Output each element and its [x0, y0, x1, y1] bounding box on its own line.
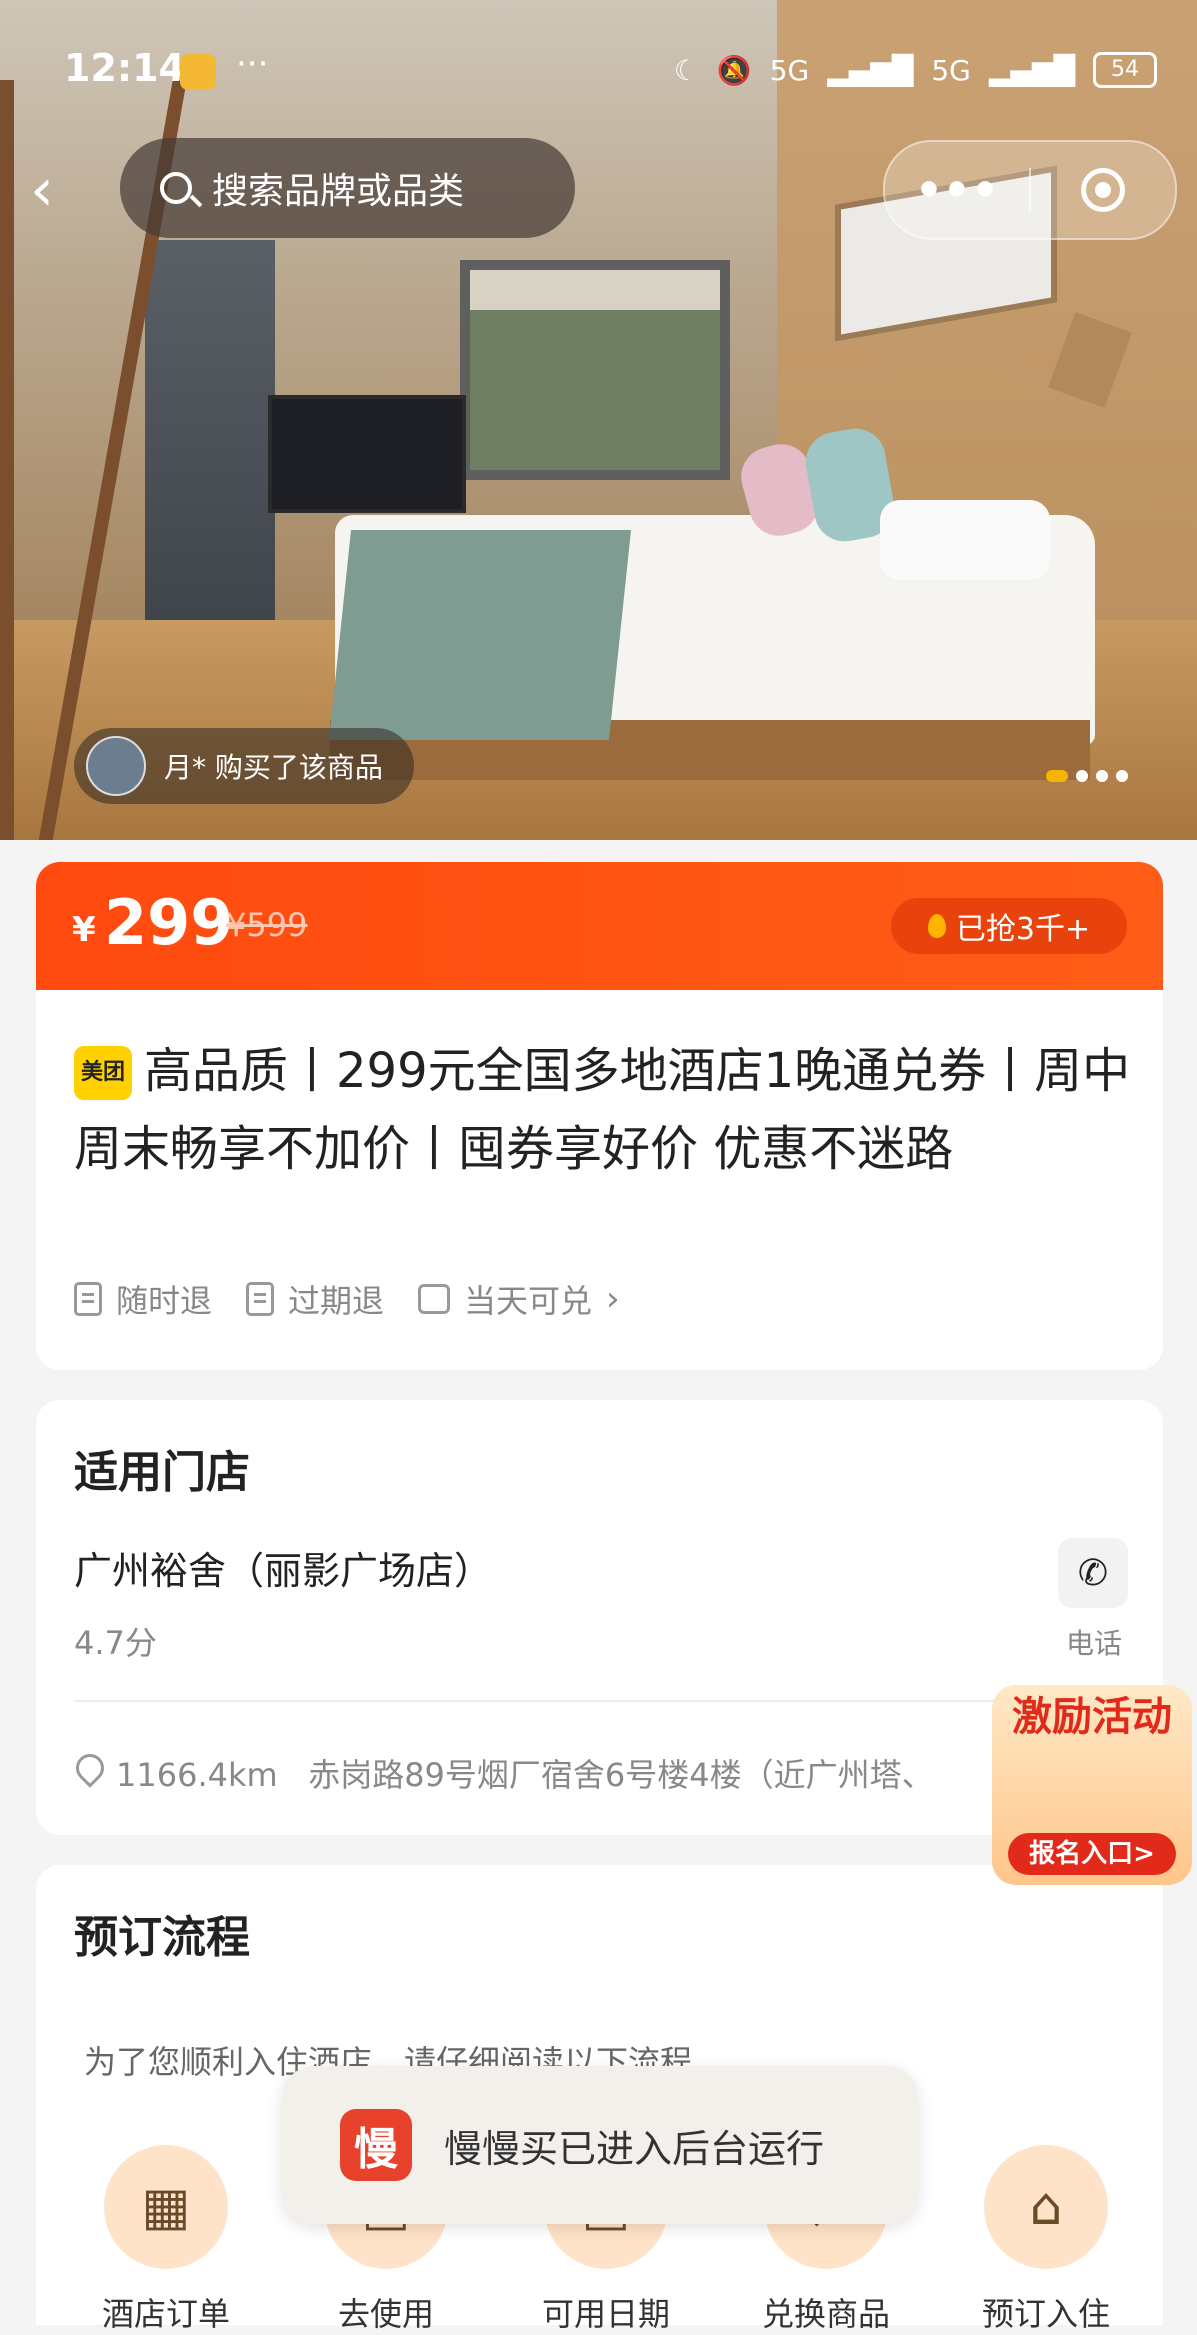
tag-label: 过期退	[288, 1282, 385, 1320]
store-address-text: 赤岗路89号烟厂宿舍6号楼4楼（近广州塔、	[308, 1756, 934, 1794]
doc-icon	[74, 1282, 102, 1316]
hero-window	[460, 260, 730, 480]
toast-text: 慢慢买已进入后台运行	[444, 2126, 825, 2171]
signal-icon: ▂▄▆█	[988, 53, 1075, 87]
notification-icon	[180, 54, 216, 90]
price-bar: ¥ 299 ¥599 已抢3千+	[36, 862, 1163, 992]
chevron-right-icon: ›	[606, 1279, 620, 1319]
carousel-dot	[1116, 770, 1128, 782]
product-title: 美团 高品质丨299元全国多地酒店1晚通兑券丨周中周末畅享不加价丨囤券享好价 优惠…	[74, 1032, 1134, 1188]
carousel-indicator	[1046, 770, 1128, 782]
recent-buyer-text: 月* 购买了该商品	[164, 751, 383, 784]
search-placeholder: 搜索品牌或品类	[212, 171, 465, 212]
status-more-icon: ···	[236, 44, 269, 84]
house-clock-icon: ⌂	[984, 2145, 1108, 2269]
fire-icon	[927, 914, 946, 938]
hero-tv	[268, 395, 466, 513]
hero-pillow	[880, 500, 1050, 580]
phone-button[interactable]: ✆	[1058, 1538, 1128, 1608]
miniapp-capsule: •••	[883, 140, 1177, 240]
building-icon: ▦	[104, 2145, 228, 2269]
status-time: 12:14	[64, 46, 185, 90]
moon-icon: ☾	[673, 53, 699, 87]
search-icon	[160, 172, 192, 204]
location-pin-icon	[70, 1748, 110, 1788]
promo-floating-badge[interactable]: 激励活动 报名入口>	[992, 1685, 1192, 1885]
flow-step-label: 酒店订单	[101, 2295, 230, 2333]
manmanmai-logo-icon: 慢	[340, 2109, 412, 2181]
phone-icon: ✆	[1077, 1552, 1109, 1594]
store-distance: 1166.4km	[116, 1756, 278, 1794]
original-price: ¥599	[226, 906, 308, 944]
flow-section-title: 预订流程	[74, 1912, 250, 1963]
more-menu-button[interactable]: •••	[885, 165, 1029, 216]
service-tags[interactable]: 随时退 过期退 当天可兑 ›	[74, 1276, 620, 1322]
flow-step-label: 可用日期	[541, 2295, 670, 2333]
recent-buyer-pill: 月* 购买了该商品	[74, 728, 414, 804]
close-miniapp-button[interactable]	[1031, 168, 1175, 212]
product-title-text: 高品质丨299元全国多地酒店1晚通兑券丨周中周末畅享不加价丨囤券享好价 优惠不迷…	[74, 1043, 1131, 1177]
hero-throw	[328, 530, 632, 740]
sold-count-badge: 已抢3千+	[891, 898, 1127, 954]
background-toast: 慢 慢慢买已进入后台运行	[282, 2066, 918, 2224]
meituan-badge: 美团	[74, 1046, 132, 1100]
status-indicators: ☾ 🔕 5G ▂▄▆█ 5G ▂▄▆█ 54	[674, 52, 1157, 88]
tag-same-day: 当天可兑 ›	[418, 1276, 620, 1322]
divider	[74, 1700, 1128, 1702]
status-bar: 12:14 ··· ☾ 🔕 5G ▂▄▆█ 5G ▂▄▆█ 54	[0, 0, 1197, 140]
signal-icon: ▂▄▆█	[827, 53, 914, 87]
target-close-icon	[1080, 168, 1125, 212]
calendar-check-icon	[418, 1284, 451, 1314]
sold-count-text: 已抢3千+	[955, 912, 1091, 947]
tag-refund-anytime: 随时退	[74, 1276, 212, 1322]
promo-signup-button[interactable]: 报名入口>	[1008, 1833, 1176, 1875]
flow-step-label: 兑换商品	[761, 2295, 890, 2333]
currency-symbol: ¥	[72, 910, 96, 950]
signal-label: 5G	[769, 53, 810, 87]
carousel-dot	[1096, 770, 1108, 782]
store-name[interactable]: 广州裕舍（丽影广场店）	[74, 1540, 492, 1595]
flow-step: ⌂ 预订入住	[956, 2145, 1136, 2335]
doc-icon	[246, 1282, 275, 1316]
flow-step: ▦ 酒店订单	[76, 2145, 256, 2335]
current-price: 299	[104, 886, 234, 959]
battery-icon: 54	[1093, 52, 1157, 88]
flow-step-label: 预订入住	[981, 2295, 1110, 2333]
search-bar[interactable]: 搜索品牌或品类	[120, 138, 575, 238]
promo-title: 激励活动	[1012, 1694, 1172, 1740]
tag-refund-expired: 过期退	[246, 1276, 384, 1322]
store-section-title: 适用门店	[74, 1447, 250, 1498]
avatar	[86, 736, 146, 796]
tag-label: 当天可兑	[464, 1282, 593, 1320]
signal-label: 5G	[931, 53, 971, 87]
store-score: 4.7分	[74, 1624, 157, 1662]
store-address[interactable]: 1166.4km 赤岗路89号烟厂宿舍6号楼4楼（近广州塔、	[116, 1750, 1016, 1796]
carousel-dot	[1076, 770, 1088, 782]
flow-step-label: 去使用	[337, 2295, 434, 2333]
carousel-dot-active	[1046, 770, 1068, 782]
product-info-card: 美团 高品质丨299元全国多地酒店1晚通兑券丨周中周末畅享不加价丨囤券享好价 优惠…	[36, 990, 1163, 1370]
tag-label: 随时退	[116, 1282, 213, 1320]
back-button[interactable]: ‹	[30, 160, 80, 220]
phone-label: 电话	[1066, 1627, 1123, 1660]
mute-icon: 🔕	[716, 53, 752, 87]
